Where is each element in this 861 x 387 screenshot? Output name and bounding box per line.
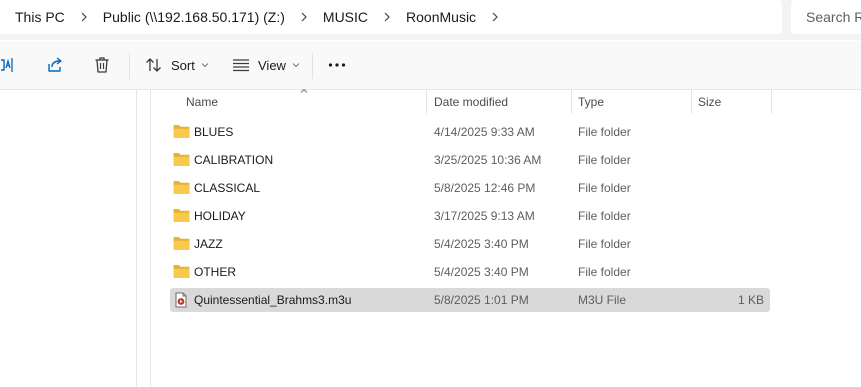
file-row[interactable]: JAZZ 5/4/2025 3:40 PM File folder	[170, 232, 770, 256]
file-row[interactable]: OTHER 5/4/2025 3:40 PM File folder	[170, 260, 770, 284]
navigation-pane-scrollbar[interactable]	[136, 90, 137, 387]
file-date: 5/8/2025 1:01 PM	[434, 293, 529, 307]
command-bar: Sort View	[0, 41, 861, 90]
file-date: 5/4/2025 3:40 PM	[434, 265, 529, 279]
folder-icon	[173, 153, 190, 166]
file-row[interactable]: CALIBRATION 3/25/2025 10:36 AM File fold…	[170, 148, 770, 172]
more-icon	[328, 63, 346, 67]
share-button[interactable]	[46, 41, 64, 89]
folder-icon	[173, 237, 190, 250]
chevron-right-icon[interactable]	[476, 12, 514, 22]
file-date: 5/8/2025 12:46 PM	[434, 181, 536, 195]
file-name: BLUES	[194, 125, 234, 139]
chevron-right-icon[interactable]	[368, 12, 406, 22]
view-list-icon	[233, 59, 249, 72]
pane-splitter[interactable]	[150, 90, 151, 387]
sort-label: Sort	[171, 57, 195, 73]
navigation-pane[interactable]	[0, 90, 136, 387]
delete-button[interactable]	[94, 41, 110, 89]
toolbar-divider	[129, 53, 130, 79]
folder-icon	[173, 265, 190, 278]
file-type: File folder	[578, 237, 631, 251]
file-type: M3U File	[578, 293, 627, 307]
file-type: File folder	[578, 153, 631, 167]
file-name: HOLIDAY	[194, 209, 246, 223]
file-name: JAZZ	[194, 237, 223, 251]
column-header: Name Date modified Type Size	[170, 90, 772, 114]
column-divider[interactable]	[691, 90, 692, 114]
file-type: File folder	[578, 209, 631, 223]
file-type: File folder	[578, 265, 631, 279]
file-name: Quintessential_Brahms3.m3u	[194, 293, 352, 307]
file-size: 1 KB	[737, 293, 764, 307]
file-date: 5/4/2025 3:40 PM	[434, 237, 529, 251]
trash-icon	[95, 57, 109, 73]
column-header-type[interactable]: Type	[578, 90, 604, 114]
breadcrumb-public-drive[interactable]: Public (\\192.168.50.171) (Z:)	[103, 9, 285, 25]
view-label: View	[258, 57, 286, 73]
file-row[interactable]: BLUES 4/14/2025 9:33 AM File folder	[170, 120, 770, 144]
chevron-down-icon	[292, 63, 300, 68]
playlist-file-icon	[175, 292, 187, 308]
sort-icon	[146, 58, 161, 72]
file-row[interactable]: HOLIDAY 3/17/2025 9:13 AM File folder	[170, 204, 770, 228]
rename-button[interactable]	[0, 41, 14, 89]
column-header-date[interactable]: Date modified	[434, 90, 508, 114]
search-box[interactable]: Search R	[791, 0, 861, 34]
folder-icon	[173, 181, 190, 194]
more-options-button[interactable]	[328, 41, 346, 89]
breadcrumb[interactable]: This PC Public (\\192.168.50.171) (Z:) M…	[0, 0, 782, 34]
file-date: 3/17/2025 9:13 AM	[434, 209, 535, 223]
file-type: File folder	[578, 125, 631, 139]
file-row[interactable]: CLASSICAL 5/8/2025 12:46 PM File folder	[170, 176, 770, 200]
rename-icon	[1, 58, 13, 72]
breadcrumb-this-pc[interactable]: This PC	[15, 9, 65, 25]
view-button[interactable]: View	[232, 41, 300, 89]
file-name: CLASSICAL	[194, 181, 261, 195]
column-header-name[interactable]: Name	[186, 90, 218, 114]
file-name: OTHER	[194, 265, 236, 279]
share-icon	[48, 57, 62, 72]
breadcrumb-roonmusic[interactable]: RoonMusic	[406, 9, 476, 25]
file-date: 4/14/2025 9:33 AM	[434, 125, 535, 139]
column-divider[interactable]	[571, 90, 572, 114]
file-date: 3/25/2025 10:36 AM	[434, 153, 542, 167]
column-header-size[interactable]: Size	[698, 90, 721, 114]
search-placeholder: Search R	[806, 9, 861, 25]
sort-button[interactable]: Sort	[145, 41, 209, 89]
folder-icon	[173, 209, 190, 222]
column-divider[interactable]	[426, 90, 427, 114]
chevron-down-icon	[201, 63, 209, 68]
breadcrumb-music[interactable]: MUSIC	[323, 9, 368, 25]
chevron-right-icon[interactable]	[65, 12, 103, 22]
file-name: CALIBRATION	[194, 153, 274, 167]
file-row-selected[interactable]: Quintessential_Brahms3.m3u 5/8/2025 1:01…	[170, 288, 770, 312]
toolbar-divider	[312, 53, 313, 79]
address-bar-area: This PC Public (\\192.168.50.171) (Z:) M…	[0, 0, 861, 40]
folder-icon	[173, 125, 190, 138]
chevron-right-icon[interactable]	[285, 12, 323, 22]
file-type: File folder	[578, 181, 631, 195]
column-divider[interactable]	[771, 90, 772, 114]
